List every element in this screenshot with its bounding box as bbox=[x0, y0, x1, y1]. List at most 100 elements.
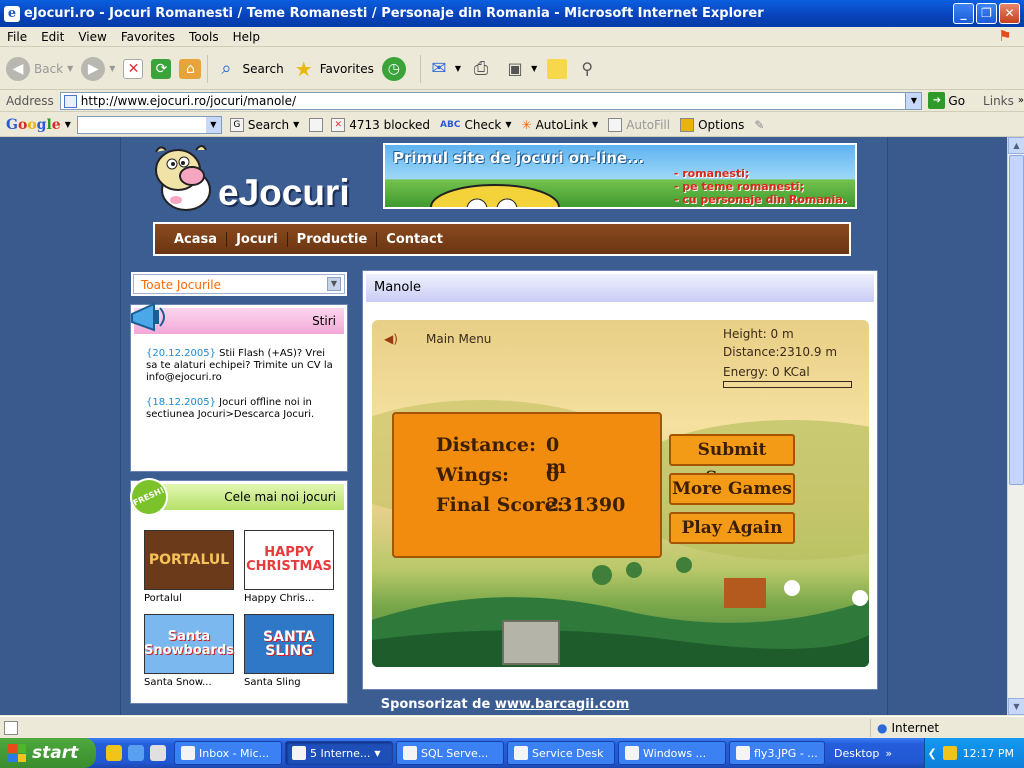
menu-help[interactable]: Help bbox=[226, 30, 267, 44]
menu-tools[interactable]: Tools bbox=[182, 30, 226, 44]
nav-contact[interactable]: Contact bbox=[377, 232, 452, 247]
home-icon[interactable]: ⌂ bbox=[179, 58, 202, 79]
task-fly3[interactable]: fly3.JPG - ... bbox=[729, 741, 825, 765]
task-label: fly3.JPG - ... bbox=[754, 746, 818, 760]
news-date[interactable]: {18.12.2005} bbox=[146, 397, 216, 408]
score-scroll: Distance: 0 m Wings: 0 Final Score: 2313… bbox=[392, 412, 662, 558]
game-thumbnail[interactable]: PORTALUL bbox=[144, 530, 234, 590]
print-icon[interactable]: ⎙ bbox=[469, 57, 493, 81]
chevron-icon[interactable]: » bbox=[885, 747, 892, 760]
game-label[interactable]: Portalul bbox=[144, 593, 234, 604]
menu-edit[interactable]: Edit bbox=[34, 30, 71, 44]
edit-icon[interactable]: ▣ bbox=[503, 57, 527, 81]
task-inbox[interactable]: Inbox - Mic... bbox=[174, 741, 282, 765]
scroll-down-icon[interactable]: ▼ bbox=[1008, 698, 1024, 715]
stop-icon[interactable]: ✕ bbox=[123, 58, 144, 79]
game-portalul[interactable]: PORTALUL Portalul bbox=[144, 530, 234, 604]
game-santa-sling[interactable]: SANTA SLING Santa Sling bbox=[244, 614, 334, 688]
google-logo[interactable]: Google bbox=[6, 117, 61, 133]
options-button[interactable]: Options bbox=[680, 117, 744, 132]
tray-app-icon[interactable] bbox=[942, 746, 957, 760]
nav-productie[interactable]: Productie bbox=[288, 231, 378, 247]
links-button[interactable]: Links bbox=[983, 94, 1014, 108]
back-button[interactable]: ◀ Back ▼ bbox=[6, 56, 73, 81]
play-again-button[interactable]: Play Again bbox=[669, 512, 795, 544]
ie-quicklaunch-icon[interactable] bbox=[128, 745, 144, 761]
sound-icon[interactable]: ◀) bbox=[384, 332, 398, 346]
game-thumbnail[interactable]: Santa Snowboards bbox=[144, 614, 234, 674]
submit-score-button[interactable]: Submit Score bbox=[669, 434, 795, 488]
more-games-button[interactable]: More Games bbox=[669, 473, 795, 505]
cow-mascot-icon bbox=[155, 145, 211, 211]
news-box: Stiri {20.12.2005} Stii Flash (+AS)? Vre… bbox=[131, 302, 347, 471]
research-icon[interactable]: ⚲ bbox=[575, 57, 599, 81]
desktop-toolbar-label[interactable]: Desktop bbox=[834, 747, 879, 760]
zone-label: Internet bbox=[891, 721, 940, 735]
games-category-select[interactable]: Toate Jocurile ▼ bbox=[131, 272, 347, 296]
spell-check-button[interactable]: ABC Check ▼ bbox=[440, 118, 512, 132]
news-header: Stiri bbox=[131, 302, 344, 334]
forward-button[interactable]: ▶ ▼ bbox=[81, 56, 115, 81]
task-internet-explorer[interactable]: 5 Interne... ▼ bbox=[285, 741, 393, 765]
address-dropdown-icon[interactable]: ▼ bbox=[905, 92, 922, 109]
game-santa-snowboards[interactable]: Santa Snowboards Santa Snow... bbox=[144, 614, 234, 688]
game-thumbnail[interactable]: HAPPY CHRISTMAS bbox=[244, 530, 334, 590]
task-sql-server[interactable]: SQL Serve... bbox=[396, 741, 504, 765]
pencil-icon[interactable]: ✎ bbox=[754, 118, 764, 132]
outlook-icon[interactable] bbox=[106, 745, 122, 761]
popup-blocker-button[interactable]: ✕ 4713 blocked bbox=[331, 117, 430, 132]
windows-logo-icon: ⚑ bbox=[998, 27, 1012, 45]
history-icon[interactable]: ◷ bbox=[381, 56, 406, 81]
nav-jocuri[interactable]: Jocuri bbox=[227, 231, 288, 247]
minimize-button[interactable]: _ bbox=[953, 3, 974, 24]
task-label: Inbox - Mic... bbox=[199, 746, 270, 760]
favorites-button[interactable]: ★ Favorites bbox=[292, 57, 374, 81]
game-label[interactable]: Happy Chris... bbox=[244, 593, 334, 604]
task-label: Windows ... bbox=[643, 746, 707, 760]
task-windows[interactable]: Windows ... bbox=[618, 741, 726, 765]
title-bar[interactable]: e eJocuri.ro - Jocuri Romanesti / Teme R… bbox=[0, 0, 1024, 27]
scroll-thumb[interactable] bbox=[1009, 155, 1024, 485]
go-button[interactable]: ➜ Go bbox=[928, 92, 965, 109]
google-search-input[interactable]: ▼ bbox=[76, 115, 222, 134]
desktop-icon[interactable] bbox=[150, 745, 166, 761]
game-label[interactable]: Santa Snow... bbox=[144, 677, 234, 688]
refresh-icon[interactable]: ⟳ bbox=[151, 58, 172, 79]
autolink-button[interactable]: ✳ AutoLink ▼ bbox=[522, 118, 599, 132]
site-logo[interactable]: eJocuri bbox=[146, 142, 376, 217]
flash-game[interactable]: ◀) Main Menu Height: 0 m Distance:2310.9… bbox=[372, 320, 869, 667]
task-icon bbox=[403, 746, 417, 760]
scroll-up-icon[interactable]: ▲ bbox=[1008, 137, 1024, 154]
game-happy-christmas[interactable]: HAPPY CHRISTMAS Happy Chris... bbox=[244, 530, 334, 604]
chevron-icon[interactable]: » bbox=[1018, 95, 1024, 106]
task-service-desk[interactable]: Service Desk bbox=[507, 741, 615, 765]
nav-acasa[interactable]: Acasa bbox=[165, 231, 228, 247]
menu-view[interactable]: View bbox=[71, 30, 113, 44]
vertical-scrollbar[interactable]: ▲ ▼ bbox=[1007, 137, 1024, 715]
google-search-button[interactable]: G Search ▼ bbox=[229, 117, 299, 132]
back-label: Back bbox=[34, 61, 64, 76]
search-label: Search bbox=[242, 61, 284, 76]
start-button[interactable]: start bbox=[0, 738, 96, 768]
main-menu-link[interactable]: Main Menu bbox=[426, 332, 491, 346]
game-thumbnail[interactable]: SANTA SLING bbox=[244, 614, 334, 674]
sponsor-link[interactable]: www.barcagii.com bbox=[495, 697, 629, 712]
note-icon[interactable] bbox=[547, 58, 568, 79]
menu-file[interactable]: File bbox=[0, 30, 34, 44]
task-icon bbox=[514, 746, 528, 760]
promo-banner[interactable]: Primul site de jocuri on-line... - roman… bbox=[383, 143, 857, 209]
news-date[interactable]: {20.12.2005} bbox=[146, 348, 216, 359]
mail-icon[interactable]: ✉ bbox=[427, 57, 451, 81]
check-label: Check bbox=[464, 117, 502, 132]
menu-favorites[interactable]: Favorites bbox=[114, 30, 182, 44]
address-input[interactable]: http://www.ejocuri.ro/jocuri/manole/ ▼ bbox=[59, 91, 923, 110]
restore-button[interactable]: ❐ bbox=[976, 3, 997, 24]
autofill-button[interactable]: AutoFill bbox=[608, 117, 670, 132]
search-button[interactable]: ⌕ Search bbox=[214, 57, 283, 81]
tray-expand-icon[interactable]: ❮ bbox=[927, 747, 936, 760]
google-dropdown-icon[interactable]: ▼ bbox=[205, 116, 221, 133]
score-value: 231390 bbox=[546, 494, 626, 516]
close-button[interactable]: ✕ bbox=[999, 3, 1020, 24]
game-label[interactable]: Santa Sling bbox=[244, 677, 334, 688]
news-icon[interactable] bbox=[309, 117, 324, 132]
